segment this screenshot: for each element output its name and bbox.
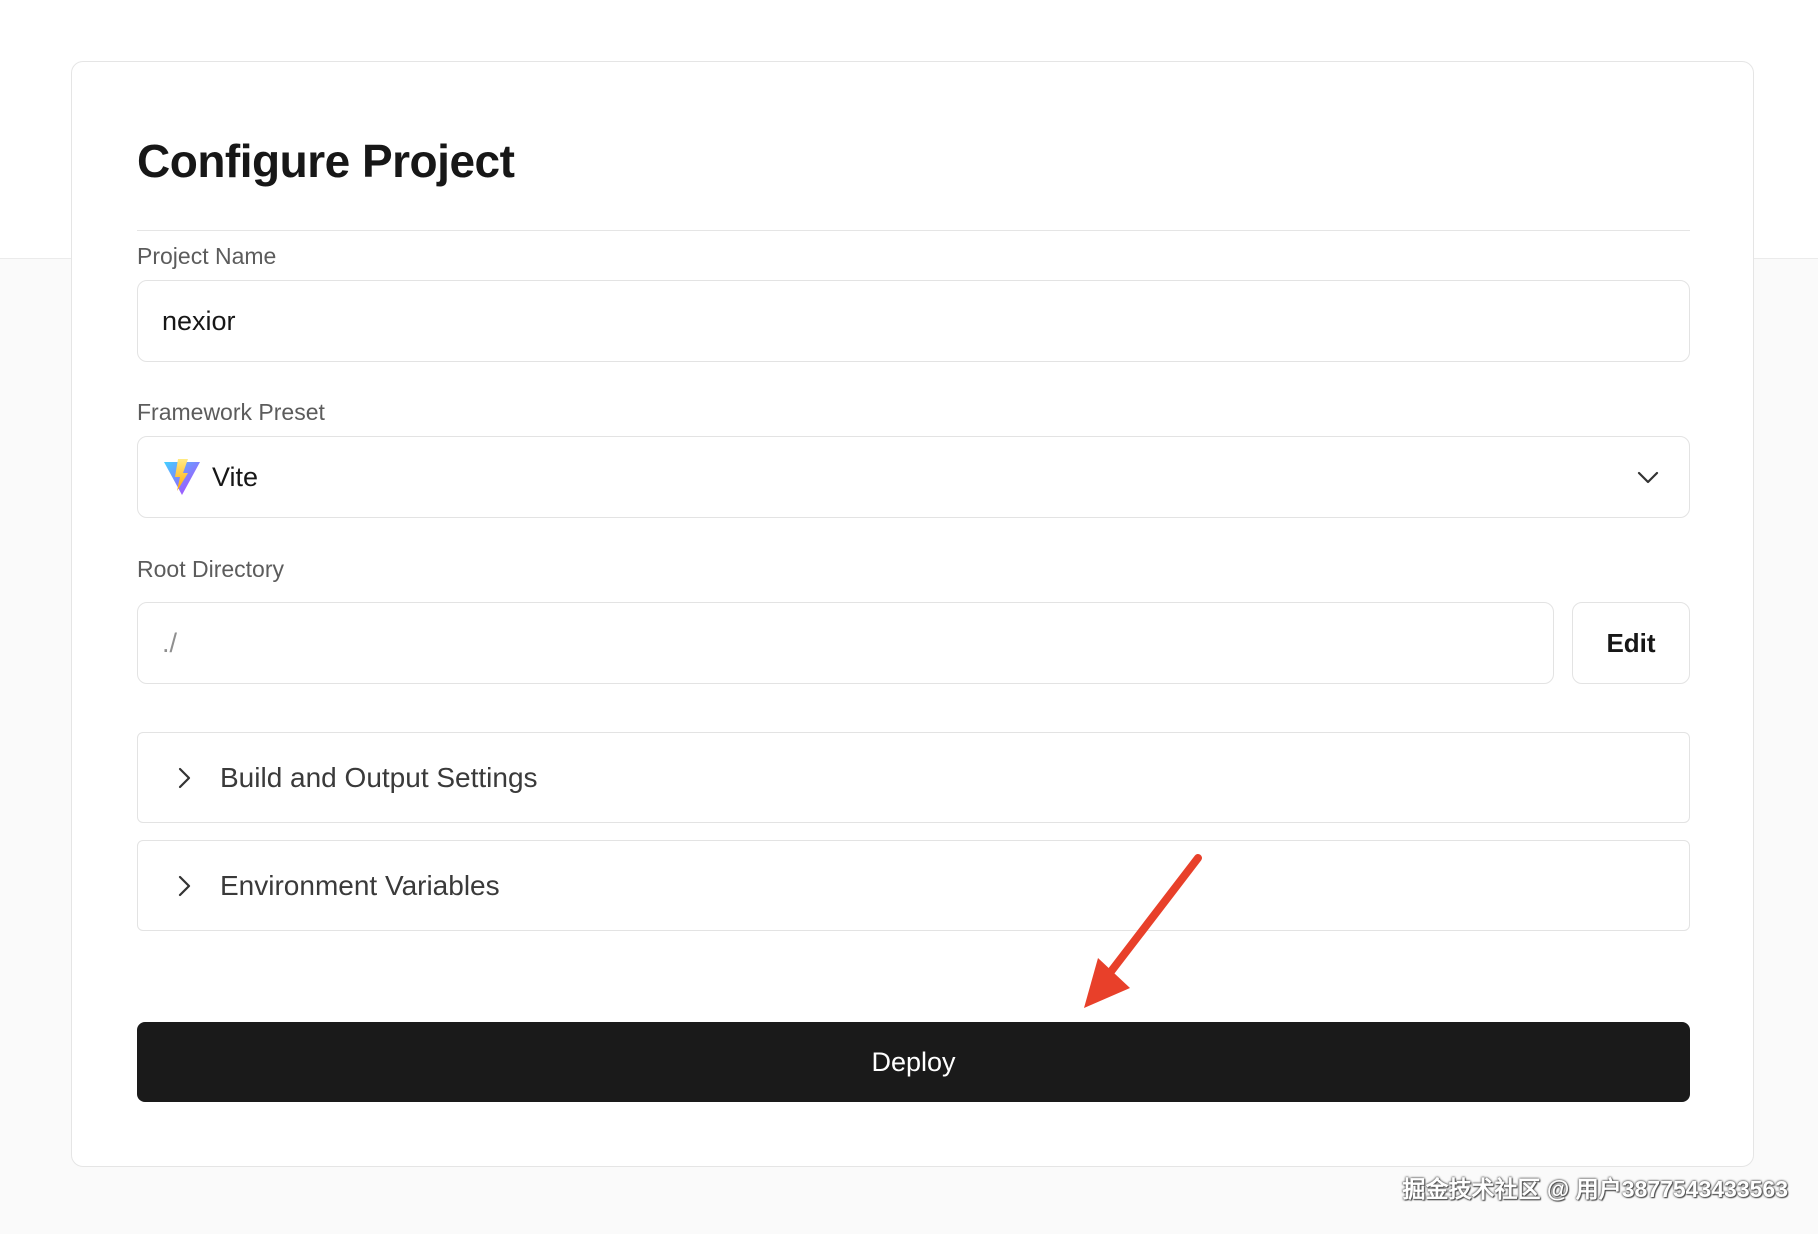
watermark: 掘金技术社区 @ 用户3877543433563: [1402, 1176, 1789, 1202]
root-directory-value: ./: [162, 627, 178, 658]
project-name-value: nexior: [162, 305, 236, 336]
environment-variables-section[interactable]: Environment Variables: [137, 840, 1690, 931]
edit-root-directory-button[interactable]: Edit: [1572, 602, 1690, 684]
configure-project-card: Configure Project Project Name nexior Fr…: [71, 61, 1754, 1167]
framework-preset-select[interactable]: Vite: [137, 436, 1690, 518]
chevron-right-icon: [178, 767, 191, 788]
environment-variables-label: Environment Variables: [220, 869, 500, 901]
deploy-button[interactable]: Deploy: [137, 1022, 1690, 1102]
page-title: Configure Project: [137, 135, 515, 187]
annotation-arrow-icon: [1084, 854, 1202, 1008]
root-directory-input[interactable]: ./: [137, 602, 1554, 684]
framework-preset-label: Framework Preset: [137, 399, 325, 425]
chevron-right-icon: [178, 875, 191, 896]
page: Configure Project Project Name nexior Fr…: [0, 0, 1818, 1234]
build-output-settings-label: Build and Output Settings: [220, 761, 538, 793]
build-output-settings-section[interactable]: Build and Output Settings: [137, 732, 1690, 823]
title-divider: [137, 230, 1690, 231]
vite-logo-icon: [164, 459, 200, 495]
framework-preset-value: Vite: [212, 461, 259, 492]
project-name-label: Project Name: [137, 243, 277, 269]
root-directory-label: Root Directory: [137, 556, 284, 582]
project-name-input[interactable]: nexior: [137, 280, 1690, 362]
chevron-down-icon: [1637, 471, 1659, 484]
